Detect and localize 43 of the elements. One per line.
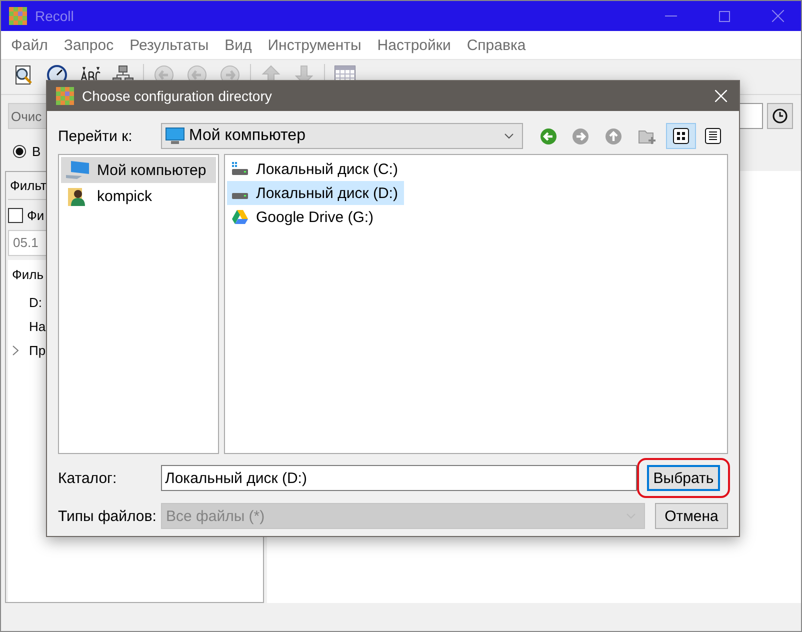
menu-item[interactable]: Справка [458, 36, 534, 54]
file-types-label: Типы файлов: [58, 508, 158, 524]
radio-button[interactable] [13, 144, 26, 158]
menu-item[interactable]: Результаты [122, 36, 217, 54]
look-in-label: Перейти к: [58, 128, 134, 144]
drive-icon [231, 161, 249, 177]
directory-label: Каталог: [58, 470, 118, 486]
icon-view-button[interactable] [666, 123, 696, 149]
drive-icon [232, 193, 248, 199]
clock-icon [772, 108, 788, 124]
tree-item[interactable]: На [29, 318, 46, 334]
grid-icon [673, 128, 690, 144]
cloud-drive-icon [231, 209, 249, 225]
window-title: Recoll [35, 8, 74, 24]
list-icon [705, 128, 722, 144]
history-button[interactable] [767, 103, 793, 129]
radio-label: В [32, 144, 41, 158]
app-icon [56, 87, 74, 105]
tree-item[interactable]: Пр [29, 342, 46, 358]
drive-item[interactable]: Google Drive (G:) [227, 205, 380, 229]
choose-button[interactable]: Выбрать [647, 465, 720, 491]
app-icon [9, 7, 27, 25]
tree-header: Филь [11, 266, 45, 284]
maximize-icon[interactable] [719, 10, 730, 22]
menu-item[interactable]: Файл [3, 36, 56, 54]
tree-item[interactable]: D: [29, 294, 42, 310]
checkbox[interactable] [8, 208, 23, 222]
monitor-icon [165, 127, 185, 145]
close-icon[interactable] [772, 10, 784, 22]
menu-item[interactable]: Вид [216, 36, 260, 54]
chevron-icon[interactable] [12, 344, 19, 356]
dialog-title: Choose configuration directory [82, 88, 272, 104]
menu-item[interactable]: Запрос [56, 36, 122, 54]
checkbox-label: Фи [27, 208, 44, 222]
places-item[interactable]: Мой компьютер [61, 157, 216, 183]
computer-icon [65, 159, 91, 181]
caret-icon [504, 133, 514, 139]
look-in-dropdown[interactable]: Мой компьютер [161, 123, 524, 149]
cancel-button[interactable]: Отмена [655, 503, 728, 529]
drive-item[interactable]: Локальный диск (D:) [227, 181, 404, 205]
menu-item[interactable]: Инструменты [260, 36, 370, 54]
directory-field[interactable]: Локальный диск (D:) [161, 465, 637, 491]
menu-item[interactable]: Настройки [369, 36, 459, 54]
